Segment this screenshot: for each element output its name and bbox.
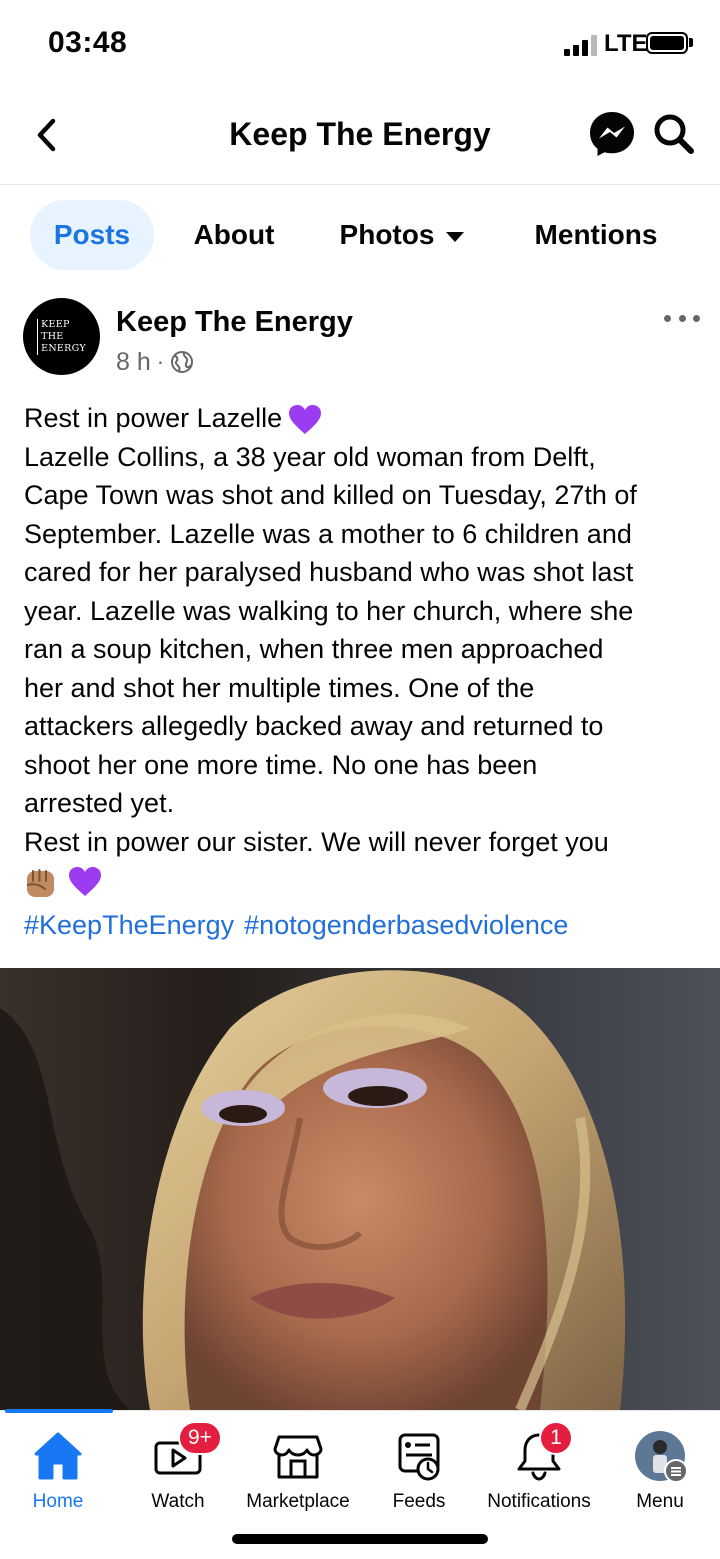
tab-mentions-label: Mentions (534, 219, 658, 250)
post-options-button[interactable] (662, 306, 702, 330)
feeds-icon (398, 1433, 440, 1481)
battery-icon (646, 32, 688, 54)
status-bar: 03:48 LTE (0, 0, 720, 90)
raised-fist-icon (27, 868, 54, 897)
network-label: LTE (604, 30, 648, 57)
tab-mentions[interactable]: Mentions (514, 200, 678, 270)
meta-separator: · (156, 349, 165, 374)
watch-badge: 9+ (178, 1421, 222, 1455)
post-line: year. Lazelle was walking to her church,… (24, 595, 634, 626)
profile-avatar-icon (635, 1431, 687, 1483)
post-meta: 8 h · (116, 346, 194, 378)
caret-down-icon (446, 231, 465, 242)
messenger-icon (590, 112, 634, 156)
post-body: Rest in power Lazelle Lazelle Collins, a… (24, 399, 704, 900)
post-author[interactable]: Keep The Energy (116, 306, 353, 339)
battery-cap (689, 38, 693, 47)
tab-photos[interactable]: Photos (322, 200, 482, 270)
active-tab-indicator (5, 1409, 113, 1413)
post-line: arrested yet. (24, 788, 175, 818)
home-indicator (232, 1534, 488, 1544)
post-line: Rest in power our sister. We will never … (24, 826, 609, 857)
hashtag-link[interactable]: #notogenderbasedviolence (244, 910, 568, 940)
page-avatar[interactable]: KEEP THE ENERGY (23, 298, 100, 375)
page-header: Keep The Energy (0, 90, 720, 185)
avatar-logo-text: KEEP THE ENERGY (37, 318, 86, 355)
post-line: cared for her paralysed husband who was … (24, 557, 634, 587)
post-line: Rest in power Lazelle (24, 399, 704, 438)
portrait-image (0, 968, 720, 1410)
home-icon (34, 1432, 82, 1480)
globe-icon (171, 351, 194, 373)
search-button[interactable] (652, 112, 696, 156)
marketplace-icon (273, 1435, 323, 1479)
page-tabs: Posts About Photos Mentions (0, 185, 720, 285)
tab-photos-label: Photos (339, 219, 435, 250)
messenger-button[interactable] (588, 110, 636, 158)
purple-heart-icon (289, 404, 322, 434)
signal-icon (564, 34, 598, 56)
search-icon (654, 114, 694, 154)
hashtag-link[interactable]: #KeepTheEnergy (24, 910, 234, 940)
nav-menu-label: Menu (636, 1491, 684, 1512)
post-line: ran a soup kitchen, when three men appro… (24, 634, 604, 664)
post-emoji-line (24, 861, 704, 900)
post-line: Lazelle Collins, a 38 year old woman fro… (24, 441, 596, 472)
post-line: shoot her one more time. No one has been (24, 749, 538, 780)
post-hashtags: #KeepTheEnergy #notogenderbasedviolence (24, 910, 578, 941)
post-line: her and shot her multiple times. One of … (24, 672, 535, 703)
tab-about-label: About (193, 219, 275, 250)
tab-about[interactable]: About (178, 200, 290, 270)
tab-posts[interactable]: Posts (30, 200, 154, 270)
status-time: 03:48 (48, 26, 128, 59)
post-line: Cape Town was shot and killed on Tuesday… (24, 480, 637, 510)
post-photo[interactable] (0, 968, 720, 1410)
post-line: September. Lazelle was a mother to 6 chi… (24, 518, 632, 549)
post-time[interactable]: 8 h (116, 348, 151, 377)
post-line: attackers allegedly backed away and retu… (24, 711, 604, 741)
notifications-badge: 1 (539, 1421, 573, 1455)
purple-heart-icon (69, 866, 101, 896)
tab-posts-label: Posts (53, 219, 131, 250)
nav-menu[interactable]: Menu (600, 1421, 720, 1521)
